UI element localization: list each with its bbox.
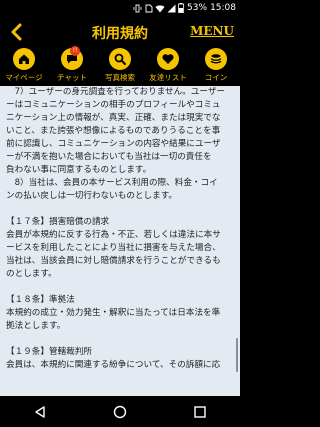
status-right: 53% 15:08 (133, 3, 236, 13)
nav-label-coin: コイン (204, 73, 228, 82)
terms-line: ニケーション上の情報が、真実、正確、または現実でな (6, 113, 221, 123)
recent-apps-icon[interactable] (193, 405, 207, 419)
nav-item-friends[interactable]: 友達リスト (144, 46, 192, 86)
nav-label-chat: チャット (57, 73, 87, 82)
nav-label-mypage: マイページ (5, 73, 43, 82)
terms-line: ービスを利用したことにより当社に損害を与えた場合、 (6, 243, 221, 253)
terms-line: 負わない事に同意するものとします。 (6, 165, 152, 175)
terms-line: 拠法とします。 (6, 321, 66, 331)
terms-line: のとします。 (6, 269, 57, 279)
section-heading: 【１９条】管轄裁判所 (6, 347, 92, 357)
vibrate-icon (133, 4, 142, 12)
nav-item-photo-search[interactable]: 写真検索 (96, 46, 144, 86)
nav-item-mypage[interactable]: マイページ (0, 46, 48, 86)
section-heading: 【１７条】損害賠償の請求 (6, 217, 110, 227)
main-nav: マイページ !! チャット 写真検索 友達リスト コイン (0, 46, 240, 86)
terms-line: ーが不満を抱いた場合においても当社は一切の責任を (6, 152, 212, 162)
terms-line: 7）ユーザーの身元調査を行っておりません。ユーザー (6, 87, 226, 97)
nav-label-photo-search: 写真検索 (105, 73, 135, 82)
scrollbar[interactable] (236, 338, 238, 372)
no-sim-icon (145, 4, 153, 12)
nav-item-chat[interactable]: !! チャット (48, 46, 96, 86)
app-header: 利用規約 MENU (0, 17, 240, 46)
terms-line: 本規約の成立・効力発生・解釈に当たっては日本法を準 (6, 308, 221, 318)
clock: 15:08 (210, 3, 236, 13)
coin-icon (205, 48, 227, 70)
terms-content[interactable]: 7）ユーザーの身元調査を行っておりません。ユーザー ーはコミュニケーションの相手… (0, 86, 240, 396)
terms-line: 会員は、本規約に関連する紛争について、その訴額に応 (6, 360, 221, 370)
search-icon (109, 48, 131, 70)
home-icon (13, 48, 35, 70)
menu-button[interactable]: MENU (190, 24, 234, 38)
nav-item-coin[interactable]: コイン (192, 46, 240, 86)
status-icons (133, 3, 184, 13)
heart-icon (157, 48, 179, 70)
signal-icon (167, 4, 176, 12)
terms-line: いこと、また誇張や想像によるものでありうることを事 (6, 126, 221, 136)
nav-label-friends: 友達リスト (149, 73, 187, 82)
terms-line: 会員が本規約に反する行為・不正、若しくは違法に本サ (6, 230, 221, 240)
section-heading: 【１８条】準拠法 (6, 295, 75, 305)
battery-percent: 53% (187, 3, 208, 13)
system-nav-bar (0, 396, 240, 427)
battery-icon (178, 3, 184, 13)
terms-line: 8）当社は、会員の本サービス利用の際、料金・コイ (6, 178, 218, 188)
terms-line: ーはコミュニケーションの相手のプロフィールやコミュ (6, 100, 221, 110)
home-circle-icon[interactable] (113, 405, 127, 419)
status-bar: 53% 15:08 (0, 0, 240, 17)
chat-badge: !! (70, 46, 80, 56)
back-triangle-icon[interactable] (33, 405, 47, 419)
terms-line: 当社は、当該会員に対し賠償請求を行うことができるも (6, 256, 221, 266)
terms-line: ンの払い戻しは一切行わないものとします。 (6, 191, 178, 201)
terms-text: 7）ユーザーの身元調査を行っておりません。ユーザー ーはコミュニケーションの相手… (0, 86, 240, 372)
terms-line: 前に認識し、コミュニケーションの内容や結果にユーザ (6, 139, 221, 149)
wifi-icon (155, 4, 165, 12)
